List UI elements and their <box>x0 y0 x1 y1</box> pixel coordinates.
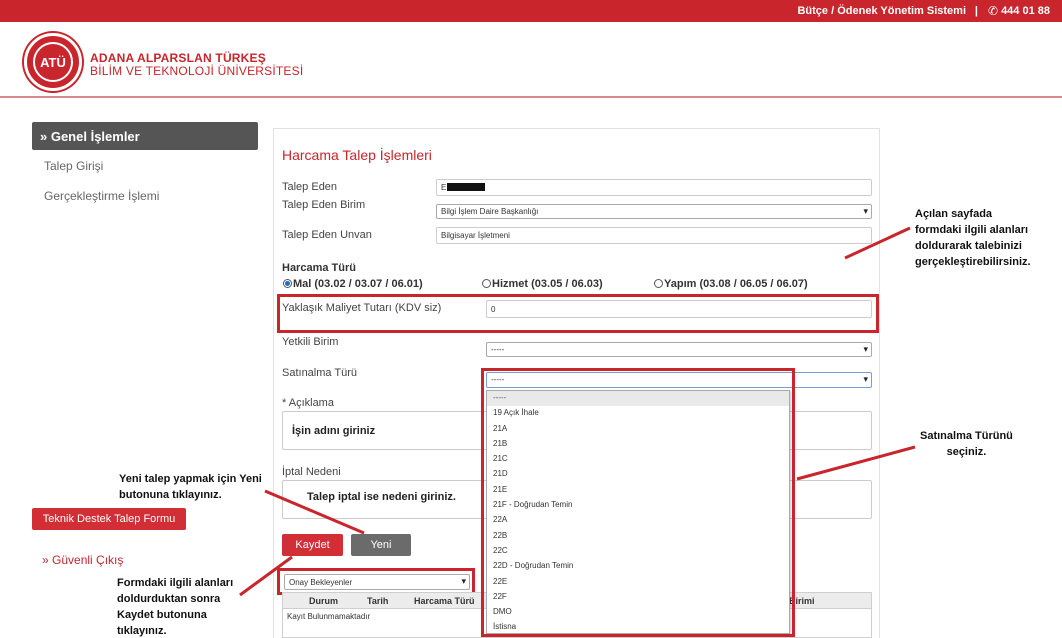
sidebar-section-general[interactable]: » Genel İşlemler <box>32 122 258 150</box>
requester-unit-value: Bilgi İşlem Daire Başkanlığı <box>441 207 539 216</box>
callout-form-fill-line4: gerçekleştirebilirsiniz. <box>915 256 1031 268</box>
requester-unit-label: Talep Eden Birim <box>282 199 366 211</box>
cancel-reason-hint: Talep iptal ise nedeni giriniz. <box>307 491 456 503</box>
logout-link[interactable]: » Güvenli Çıkış <box>42 553 123 567</box>
radio-construction-label: Yapım (03.08 / 06.05 / 06.07) <box>664 278 808 290</box>
grid-empty-text: Kayıt Bulunmamaktadır <box>287 612 371 621</box>
new-button[interactable]: Yeni <box>351 534 411 556</box>
requester-value: E <box>441 183 447 192</box>
radio-service-label: Hizmet (03.05 / 06.03) <box>492 278 603 290</box>
support-request-button[interactable]: Teknik Destek Talep Formu <box>32 508 186 530</box>
description-label: * Açıklama <box>282 397 334 409</box>
radio-goods[interactable]: Mal (03.02 / 03.07 / 06.01) <box>283 278 423 290</box>
callout-form-fill: Açılan sayfada formdaki ilgili alanları … <box>915 206 1031 270</box>
radio-service[interactable]: Hizmet (03.05 / 06.03) <box>482 278 603 290</box>
callout-save-line3: Kaydet butonuna <box>117 609 207 621</box>
highlight-box-filter <box>277 568 475 595</box>
requester-label: Talep Eden <box>282 181 338 193</box>
radio-unchecked-icon <box>482 279 491 288</box>
chevron-down-icon: ▾ <box>863 344 868 354</box>
requester-title-label: Talep Eden Unvan <box>282 229 372 241</box>
chevron-down-icon: ▾ <box>863 206 868 216</box>
purchase-type-label: Satınalma Türü <box>282 367 358 379</box>
topbar-separator: | <box>974 5 978 17</box>
radio-unchecked-icon <box>654 279 663 288</box>
cancel-reason-label: İptal Nedeni <box>282 466 341 478</box>
radio-checked-icon <box>283 279 292 288</box>
sidebar-item-request-entry[interactable]: Talep Girişi <box>44 159 103 173</box>
callout-form-fill-line2: formdaki ilgili alanları <box>915 224 1029 236</box>
authorized-unit-label: Yetkili Birim <box>282 336 339 348</box>
callout-purchase-type-line1: Satınalma Türünü <box>920 430 1013 442</box>
requester-unit-select[interactable]: Bilgi İşlem Daire Başkanlığı ▾ <box>436 204 872 219</box>
callout-purchase-type: Satınalma Türünü seçiniz. <box>920 428 1013 460</box>
grid-column-spend-type[interactable]: Harcama Türü <box>414 596 475 606</box>
requester-field[interactable]: E <box>436 179 872 196</box>
callout-save-line1: Formdaki ilgili alanları <box>117 577 234 589</box>
sidebar-item-realization[interactable]: Gerçekleştirme İşlemi <box>44 189 159 203</box>
university-logo[interactable]: ATÜ <box>24 33 82 91</box>
highlight-box-purchase-type <box>481 368 795 637</box>
university-name-line2: BİLİM VE TEKNOLOJİ ÜNİVERSİTESİ <box>90 64 304 78</box>
requester-title-value: Bilgisayar İşletmeni <box>441 231 510 240</box>
chevron-down-icon: ▾ <box>863 374 868 384</box>
redaction-mark <box>447 183 486 191</box>
grid-column-date[interactable]: Tarih <box>367 596 388 606</box>
callout-save-line4: tıklayınız. <box>117 625 167 637</box>
site-header: ATÜ ADANA ALPARSLAN TÜRKEŞ BİLİM VE TEKN… <box>0 22 1062 98</box>
callout-new-request-line1: Yeni talep yapmak için Yeni <box>119 473 262 485</box>
phone-icon: ✆ <box>987 4 998 18</box>
callout-new-request: Yeni talep yapmak için Yeni butonuna tık… <box>119 471 262 503</box>
callout-purchase-type-line2: seçiniz. <box>946 446 987 458</box>
phone-number: 444 01 88 <box>1001 5 1050 17</box>
callout-save: Formdaki ilgili alanları doldurduktan so… <box>117 575 233 638</box>
radio-goods-label: Mal (03.02 / 03.07 / 06.01) <box>293 278 423 290</box>
page-title: Harcama Talep İşlemleri <box>282 147 432 163</box>
authorized-unit-value: ----- <box>491 345 505 354</box>
callout-form-fill-line3: doldurarak talebinizi <box>915 240 1022 252</box>
description-hint: İşin adını giriniz <box>292 425 376 437</box>
university-name[interactable]: ADANA ALPARSLAN TÜRKEŞ BİLİM VE TEKNOLOJ… <box>90 52 303 78</box>
highlight-box-cost <box>277 294 879 333</box>
radio-construction[interactable]: Yapım (03.08 / 06.05 / 06.07) <box>654 278 808 290</box>
system-name: Bütçe / Ödenek Yönetim Sistemi <box>797 5 966 17</box>
requester-title-field[interactable]: Bilgisayar İşletmeni <box>436 227 872 244</box>
callout-new-request-line2: butonuna tıklayınız. <box>119 489 222 501</box>
logo-mark: ATÜ <box>33 42 73 82</box>
save-button[interactable]: Kaydet <box>282 534 343 556</box>
grid-column-status[interactable]: Durum <box>309 596 338 606</box>
callout-save-line2: doldurduktan sonra <box>117 593 221 605</box>
top-bar: Bütçe / Ödenek Yönetim Sistemi | ✆ 444 0… <box>0 0 1062 22</box>
authorized-unit-select[interactable]: ----- ▾ <box>486 342 872 357</box>
spend-type-label: Harcama Türü <box>282 262 356 274</box>
callout-form-fill-line1: Açılan sayfada <box>915 208 993 220</box>
